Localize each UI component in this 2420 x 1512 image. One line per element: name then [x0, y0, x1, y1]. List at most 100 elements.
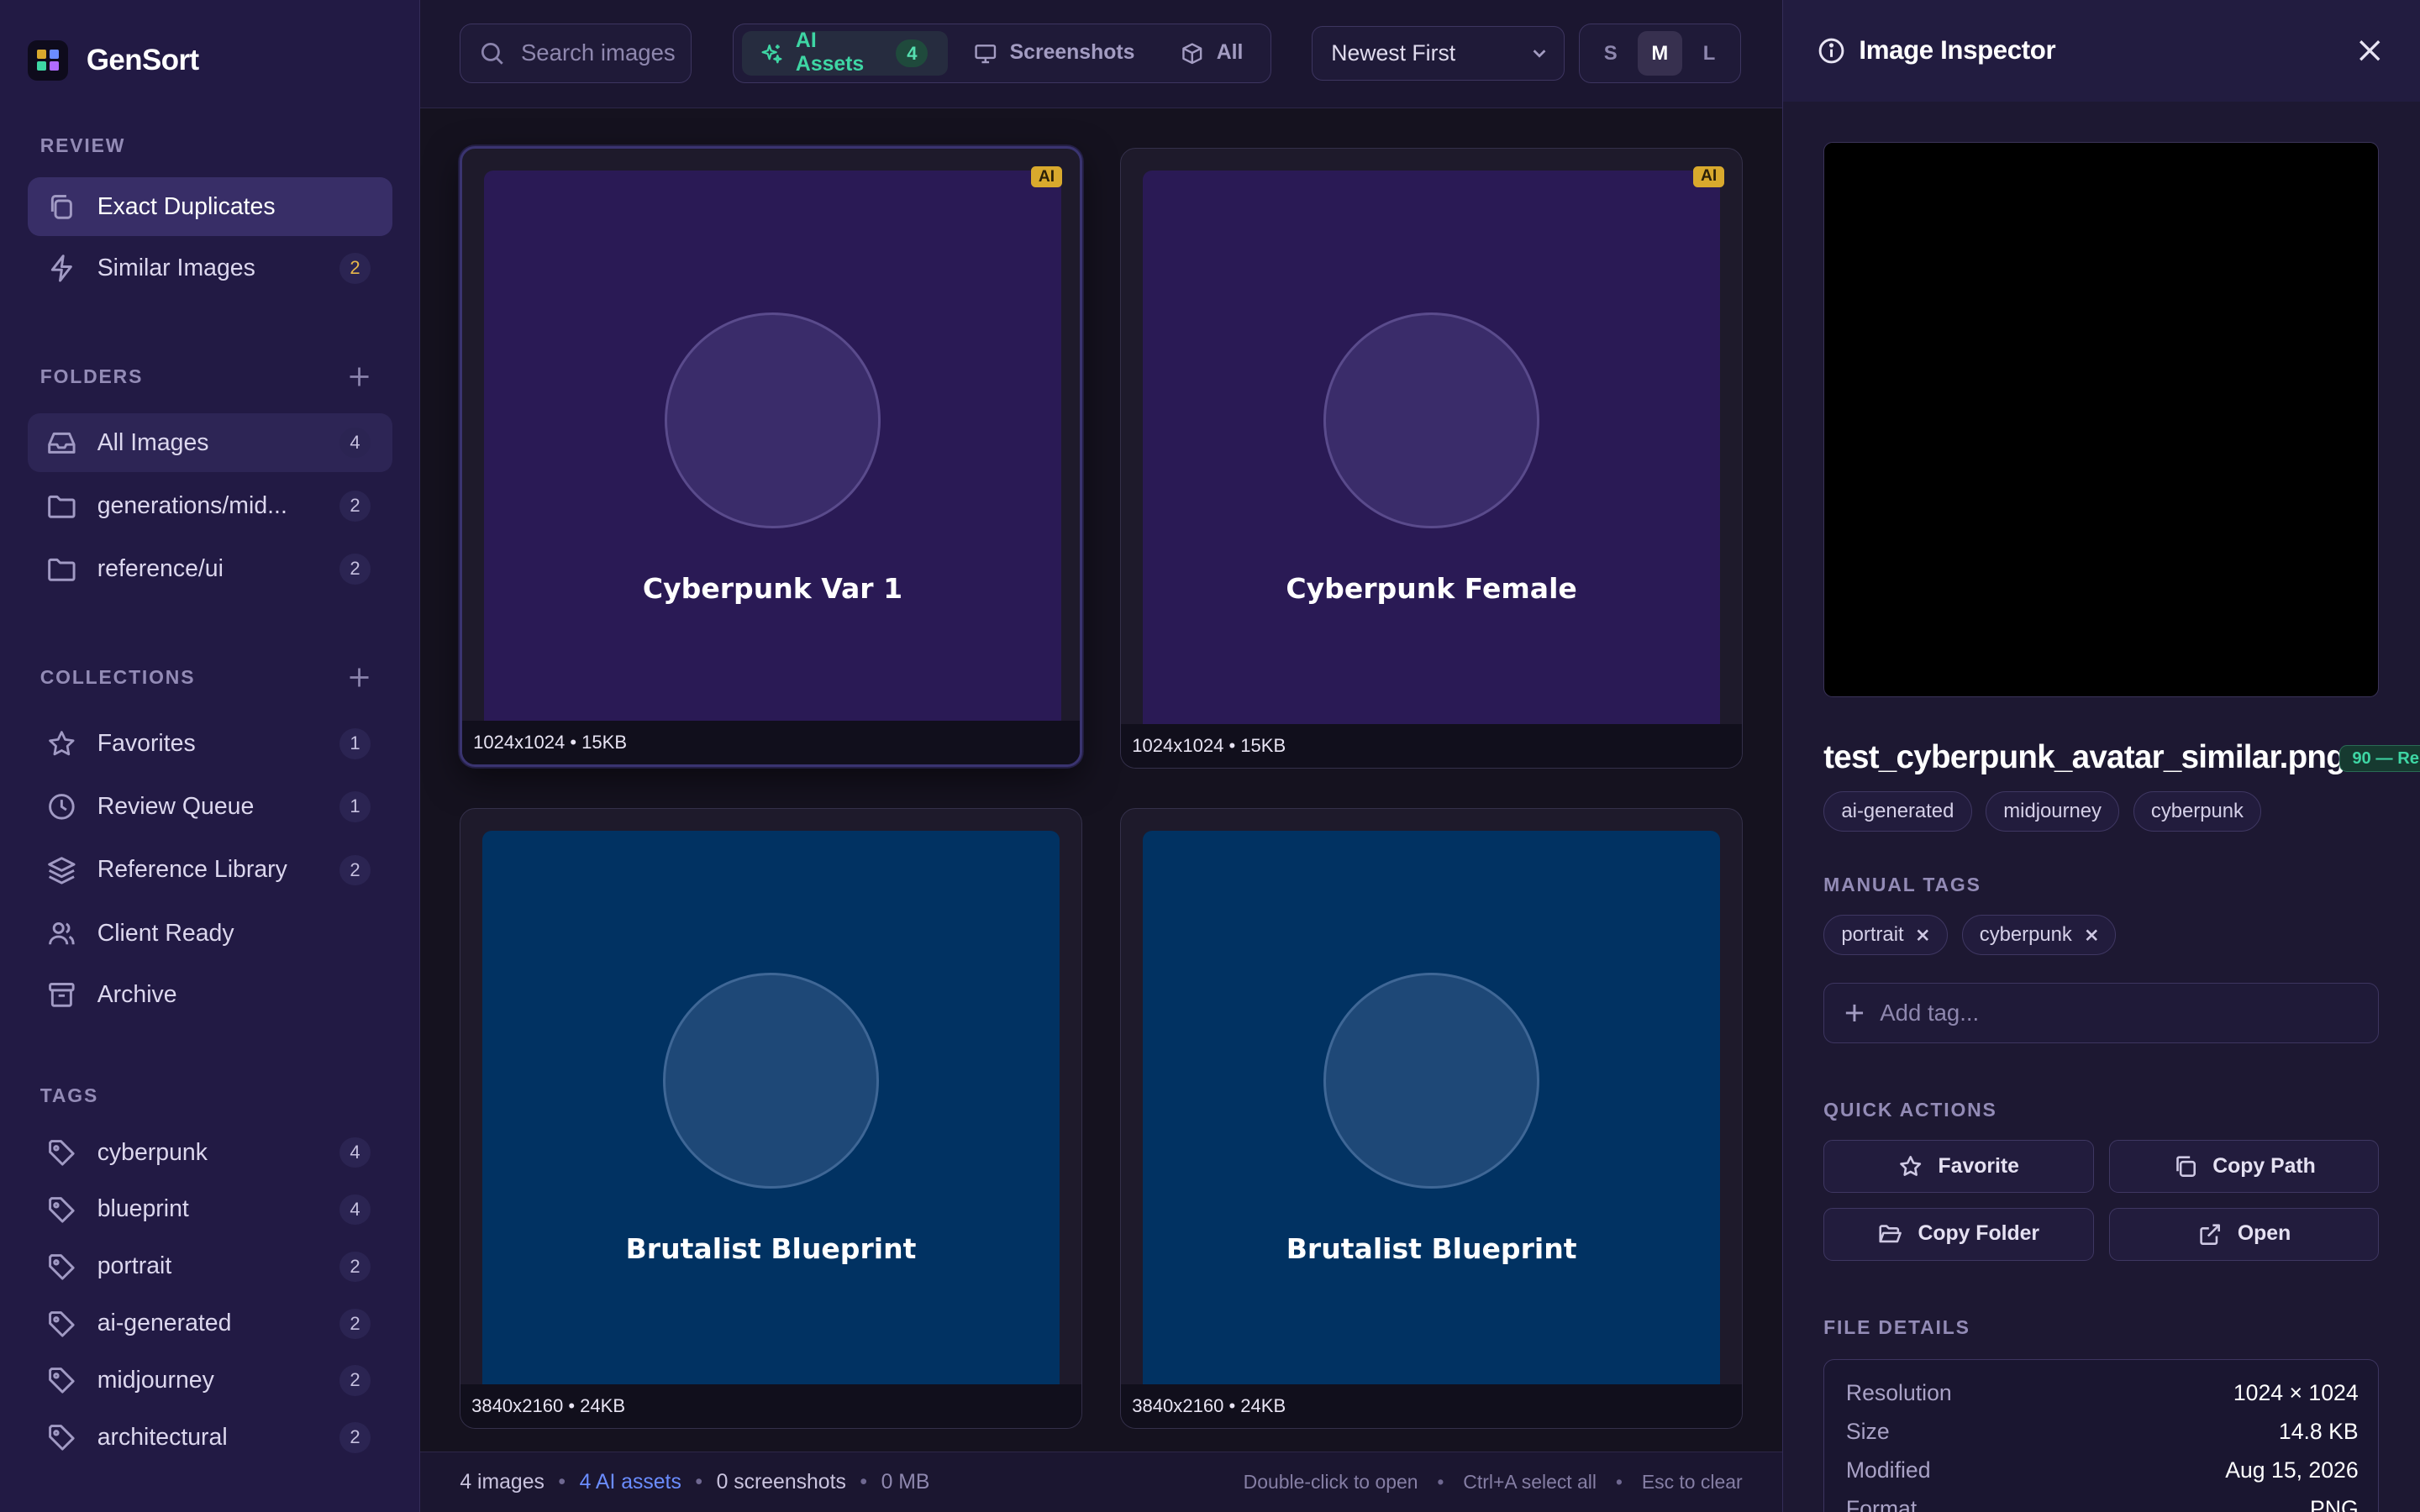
copy-path-label: Copy Path — [2212, 1154, 2316, 1178]
count-badge: 2 — [339, 491, 371, 522]
nav-label: Similar Images — [97, 255, 255, 282]
auto-tag[interactable]: ai-generated — [1823, 791, 1972, 832]
nav-label: ai-generated — [97, 1310, 232, 1337]
open-label: Open — [2237, 1222, 2291, 1246]
ai-count-badge: 4 — [896, 39, 929, 67]
users-icon — [49, 921, 75, 945]
nav-client-ready[interactable]: Client Ready — [28, 904, 392, 963]
filter-ai-assets[interactable]: AI Assets 4 — [741, 29, 949, 76]
close-icon[interactable] — [2353, 34, 2386, 67]
info-icon — [1818, 38, 1844, 64]
nav-tag-portrait[interactable]: portrait 2 — [28, 1237, 392, 1296]
thumbnail-title: Cyberpunk Var 1 — [642, 571, 903, 605]
nav-similar-images[interactable]: Similar Images 2 — [28, 239, 392, 298]
count-badge: 2 — [339, 554, 371, 585]
tag-icon — [49, 1253, 75, 1280]
hint-select-all: Ctrl+A select all — [1463, 1471, 1597, 1494]
nav-tag-architectural[interactable]: architectural 2 — [28, 1409, 392, 1467]
nav-label: Review Queue — [97, 793, 255, 821]
filter-label: All — [1216, 41, 1244, 65]
add-tag-field[interactable] — [1823, 983, 2380, 1043]
count-badge: 1 — [339, 727, 371, 759]
placeholder-circle — [1323, 312, 1540, 529]
copy-folder-label: Copy Folder — [1918, 1222, 2040, 1246]
count-badge: 2 — [339, 253, 371, 284]
status-separator: • — [860, 1470, 868, 1494]
manual-tag-label: portrait — [1841, 923, 1904, 947]
app-name: GenSort — [86, 43, 199, 76]
count-badge: 2 — [339, 1422, 371, 1454]
tag-icon — [49, 1425, 75, 1452]
nav-archive[interactable]: Archive — [28, 966, 392, 1025]
status-total-size: 0 MB — [881, 1470, 930, 1494]
image-meta: 1024x1024 • 15KB — [1121, 724, 1742, 768]
nav-folder-reference-ui[interactable]: reference/ui 2 — [28, 540, 392, 599]
nav-label: portrait — [97, 1252, 172, 1280]
nav-tag-midjourney[interactable]: midjourney 2 — [28, 1352, 392, 1410]
filter-screenshots[interactable]: Screenshots — [955, 31, 1155, 76]
nav-folder-generations[interactable]: generations/mid... 2 — [28, 477, 392, 536]
nav-label: All Images — [97, 428, 209, 456]
nav-favorites[interactable]: Favorites 1 — [28, 714, 392, 773]
size-medium-button[interactable]: M — [1637, 30, 1682, 76]
add-folder-icon[interactable] — [345, 363, 373, 391]
nav-label: architectural — [97, 1424, 228, 1452]
nav-label: Client Ready — [97, 919, 234, 947]
detail-value: 1024 × 1024 — [2233, 1380, 2359, 1406]
inspector-header: Image Inspector — [1783, 0, 2420, 102]
auto-tag[interactable]: midjourney — [1986, 791, 2120, 832]
copy-path-button[interactable]: Copy Path — [2108, 1140, 2380, 1193]
manual-tag: portrait — [1823, 915, 1949, 955]
manual-tag: cyberpunk — [1961, 915, 2117, 955]
hint-open: Double-click to open — [1243, 1471, 1418, 1494]
count-badge: 1 — [339, 791, 371, 822]
tag-icon — [49, 1196, 75, 1223]
manual-tags-heading: MANUAL TAGS — [1823, 873, 1981, 895]
detail-row: Size 14.8 KB — [1846, 1419, 2359, 1445]
nav-reference-library[interactable]: Reference Library 2 — [28, 841, 392, 900]
nav-tag-ai-generated[interactable]: ai-generated 2 — [28, 1294, 392, 1353]
sort-select[interactable]: Newest First — [1312, 26, 1565, 81]
image-card[interactable]: Brutalist Blueprint 3840x2160 • 24KB — [460, 808, 1082, 1429]
add-collection-icon[interactable] — [345, 664, 373, 691]
nav-tag-cyberpunk[interactable]: cyberpunk 4 — [28, 1123, 392, 1182]
search-input[interactable] — [520, 39, 676, 67]
inspector-title: Image Inspector — [1818, 35, 2056, 66]
ai-badge: AI — [1030, 165, 1063, 188]
plus-icon — [1845, 1004, 1864, 1021]
nav-review-queue[interactable]: Review Queue 1 — [28, 778, 392, 837]
hint-clear: Esc to clear — [1641, 1471, 1743, 1494]
filter-all[interactable]: All — [1161, 31, 1264, 76]
filter-label: Screenshots — [1009, 41, 1135, 65]
nav-all-images[interactable]: All Images 4 — [28, 413, 392, 473]
count-badge: 2 — [339, 1308, 371, 1340]
folder-icon — [48, 559, 76, 582]
size-large-button[interactable]: L — [1686, 31, 1731, 76]
copy-folder-button[interactable]: Copy Folder — [1823, 1208, 2094, 1261]
placeholder-circle — [1323, 973, 1540, 1189]
quick-actions-heading: QUICK ACTIONS — [1823, 1098, 1997, 1121]
nav-tag-blueprint[interactable]: blueprint 4 — [28, 1180, 392, 1239]
add-tag-input[interactable] — [1880, 999, 2344, 1026]
image-card[interactable]: Brutalist Blueprint 3840x2160 • 24KB — [1120, 808, 1743, 1429]
nav-exact-duplicates[interactable]: Exact Duplicates — [28, 177, 392, 236]
search-box[interactable] — [460, 23, 692, 84]
detail-row: Resolution 1024 × 1024 — [1846, 1380, 2359, 1406]
image-card[interactable]: Cyberpunk Var 1 AI 1024x1024 • 15KB — [460, 146, 1082, 767]
status-separator: • — [1437, 1471, 1444, 1494]
search-icon — [481, 42, 504, 65]
detail-key: Format — [1845, 1495, 1918, 1512]
open-button[interactable]: Open — [2108, 1208, 2380, 1261]
image-thumbnail: Brutalist Blueprint — [1143, 831, 1721, 1409]
thumbnail-size-group: S M L — [1578, 23, 1741, 84]
remove-tag-icon[interactable] — [2085, 928, 2099, 942]
auto-tag[interactable]: cyberpunk — [2133, 791, 2262, 832]
size-small-button[interactable]: S — [1588, 31, 1633, 76]
favorite-button[interactable]: Favorite — [1823, 1140, 2094, 1193]
count-badge: 2 — [339, 1251, 371, 1283]
image-card[interactable]: Cyberpunk Female AI 1024x1024 • 15KB — [1120, 148, 1743, 769]
star-icon — [49, 731, 75, 756]
remove-tag-icon[interactable] — [1916, 928, 1930, 942]
status-separator: • — [1615, 1471, 1623, 1494]
inspector-title-text: Image Inspector — [1859, 35, 2056, 66]
